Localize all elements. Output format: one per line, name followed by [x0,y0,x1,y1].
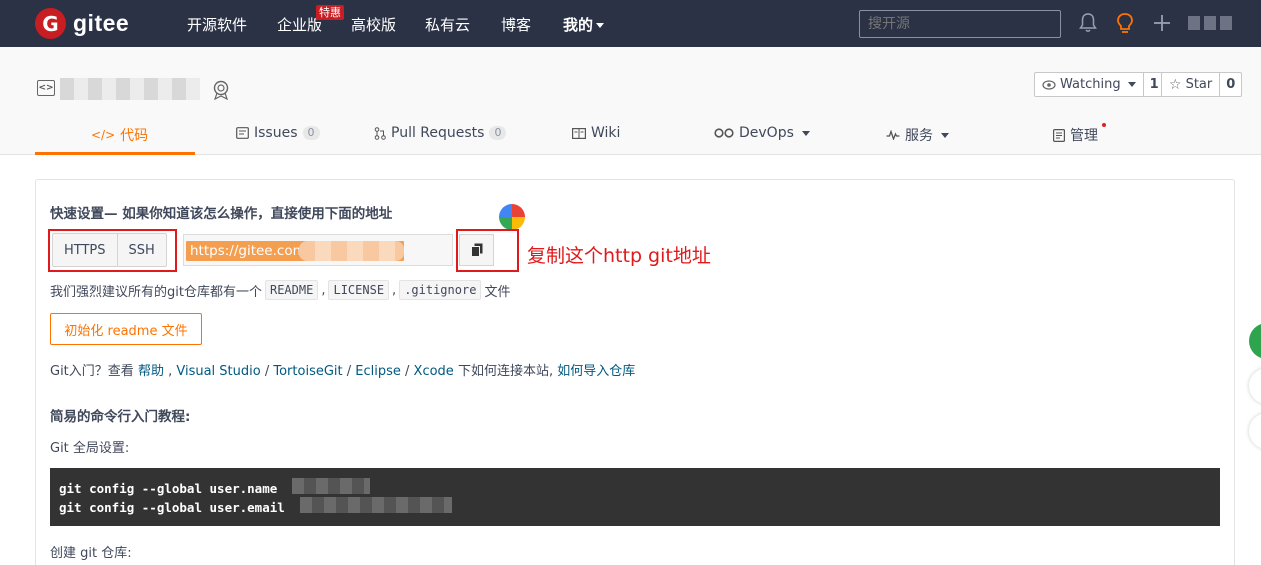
watch-label: Watching [1060,77,1121,92]
service-icon [886,130,900,140]
help-mid: 下如何连接本站, [457,364,554,379]
repo-code-icon: <> [37,80,55,96]
star-button[interactable]: ☆ Star [1162,73,1221,96]
top-navbar: G gitee 开源软件 企业版 特惠 高校版 私有云 博客 我的 [0,0,1261,47]
suggestion-text: 我们强烈建议所有的git仓库都有一个 [50,284,262,300]
star-label: Star [1185,77,1213,92]
chevron-down-icon [1127,82,1136,87]
help-link[interactable]: 帮助 [138,364,164,379]
floating-tool-button[interactable] [1249,413,1261,449]
init-readme-button[interactable]: 初始化 readme 文件 [50,313,202,345]
emoji-sticker-icon [499,204,525,230]
code-icon: </> [91,128,116,142]
tab-issues[interactable]: Issues 0 [236,125,320,141]
gitee-logo[interactable]: G gitee [35,8,129,39]
license-chip: LICENSE [328,280,390,300]
gitee-logo-mark: G [35,8,66,39]
clone-url-input[interactable]: https://gitee.com/ [183,234,453,266]
pull-request-icon [374,126,386,140]
tab-manage[interactable]: 管理 [1053,125,1098,145]
create-repo-title: 创建 git 仓库: [50,546,132,561]
brand-name: gitee [73,10,130,36]
tab-wiki[interactable]: Wiki [572,125,620,141]
suggestion-suffix: 文件 [484,284,511,300]
nav-blog[interactable]: 博客 [501,14,531,35]
visual-studio-link[interactable]: Visual Studio [176,364,260,379]
tortoisegit-link[interactable]: TortoiseGit [273,364,342,379]
annotation-box-protocol [48,229,177,272]
git-config-codeblock: git config --global user.name git config… [50,468,1220,526]
clone-url-redacted [299,241,404,261]
annotation-text: 复制这个http git地址 [527,245,711,267]
repo-name-redacted[interactable] [60,78,200,100]
devops-icon [714,128,734,138]
readme-chip: README [264,280,319,300]
code-line: git config --global user.name [59,481,278,496]
tab-pull-requests-label: Pull Requests [391,125,485,141]
star-icon: ☆ [1169,76,1182,93]
pull-requests-count: 0 [489,126,507,140]
tab-service-label: 服务 [905,128,933,144]
nav-university[interactable]: 高校版 [351,14,396,35]
global-settings-title: Git 全局设置: [50,441,130,456]
repo-header: <> Watching 1 ☆ Star 0 </> 代码 Issues 0 P… [0,47,1261,155]
watch-button-group: Watching 1 [1034,72,1166,97]
search-input[interactable] [859,10,1061,38]
chevron-down-icon [596,23,605,28]
tab-devops[interactable]: DevOps [714,125,810,141]
xcode-link[interactable]: Xcode [414,364,454,379]
file-suggestion-line: 我们强烈建议所有的git仓库都有一个 README, LICENSE, .git… [50,280,510,300]
help-prefix: Git入门？查看 [50,364,134,379]
tab-pull-requests[interactable]: Pull Requests 0 [374,125,507,141]
user-avatar[interactable] [1188,16,1232,30]
floating-tool-button[interactable] [1249,368,1261,404]
email-redacted [300,497,452,513]
plus-icon[interactable] [1153,14,1171,32]
active-tab-indicator [35,152,195,155]
eclipse-link[interactable]: Eclipse [355,364,401,379]
annotation-box-copy [456,229,519,272]
issues-count: 0 [302,126,320,140]
manage-notification-dot [1102,123,1106,127]
floating-chat-button[interactable] [1249,323,1261,359]
chevron-down-icon [941,132,949,138]
tab-devops-label: DevOps [739,125,794,141]
watch-button[interactable]: Watching [1035,73,1144,96]
repo-tabs: </> 代码 Issues 0 Pull Requests 0 Wiki Dev… [0,119,1261,155]
import-repo-link[interactable]: 如何导入仓库 [557,364,635,379]
gitignore-chip: .gitignore [399,280,482,300]
tab-wiki-label: Wiki [591,125,621,141]
tab-manage-label: 管理 [1070,128,1098,144]
quick-setup-title: 快速设置— 如果你知道该怎么操作，直接使用下面的地址 [50,206,393,222]
cli-tutorial-title: 简易的命令行入门教程: [50,409,191,425]
eye-icon [1042,79,1056,90]
chevron-down-icon [801,130,810,136]
promo-badge: 特惠 [316,5,344,20]
nav-mine-label: 我的 [563,16,594,34]
badge-icon[interactable] [212,80,230,100]
tab-code-label: 代码 [120,128,149,144]
wiki-icon [572,127,586,139]
tab-service[interactable]: 服务 [886,125,949,145]
star-count[interactable]: 0 [1220,73,1241,96]
lightbulb-icon[interactable] [1116,12,1134,35]
manage-icon [1053,128,1065,142]
issues-icon [236,127,249,139]
nav-private-cloud[interactable]: 私有云 [425,14,470,35]
help-line: Git入门？查看 帮助 , Visual Studio / TortoiseGi… [50,364,636,379]
bell-icon[interactable] [1079,12,1097,34]
nav-mine[interactable]: 我的 [563,14,605,35]
username-redacted [292,478,370,494]
tab-issues-label: Issues [254,125,298,141]
tab-code[interactable]: </> 代码 [91,125,148,145]
star-button-group: ☆ Star 0 [1161,72,1243,97]
code-line: git config --global user.email [59,500,285,515]
nav-open-source[interactable]: 开源软件 [187,14,247,35]
